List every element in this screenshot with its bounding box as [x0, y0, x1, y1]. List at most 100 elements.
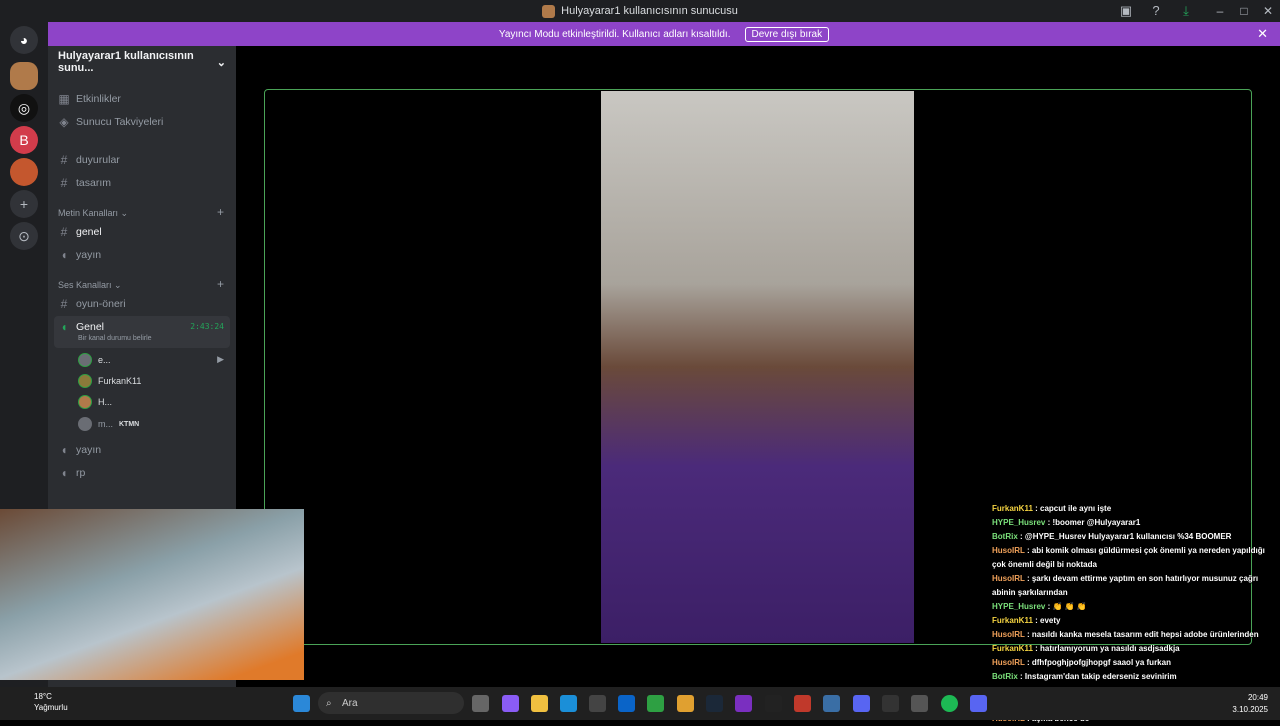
chat-text: nasıldı kanka mesela tasarım edit hepsi …	[1031, 630, 1259, 639]
chat-separator: :	[1017, 672, 1025, 681]
channel-yayin-text[interactable]: ◖ yayın	[58, 248, 101, 262]
channel-duyurular[interactable]: # duyurular	[58, 153, 120, 167]
download-icon[interactable]: ⤓	[1178, 3, 1194, 19]
user-name: m...	[98, 419, 113, 429]
search-input[interactable]: ⌕ Ara	[318, 692, 464, 714]
server-3[interactable]: B	[10, 126, 38, 154]
channel-rp[interactable]: ◖ rp	[58, 466, 85, 480]
discord-home-icon[interactable]: ◕	[10, 26, 38, 54]
stream-video[interactable]	[601, 91, 914, 643]
disable-streamer-mode-button[interactable]: Devre dışı bırak	[744, 26, 830, 42]
channel-label: yayın	[76, 249, 102, 261]
maximize-button[interactable]: □	[1232, 4, 1256, 18]
add-voice-channel-icon[interactable]: +	[217, 277, 224, 291]
chat-separator: :	[1032, 504, 1041, 513]
server-avatar-icon	[542, 4, 556, 18]
window-title: Hulyayarar1 kullanıcısının sunucusu	[561, 5, 738, 17]
voice-status[interactable]: Bir kanal durumu belirle	[78, 335, 152, 342]
discord-taskbar-icon[interactable]	[970, 695, 987, 712]
steam-icon[interactable]	[706, 695, 723, 712]
chat-text: abi komik olması güldürmesi çok önemli y…	[992, 546, 1265, 569]
chat-text: !boomer @Hulyayarar1	[1052, 518, 1141, 527]
events-label: Etkinlikler	[76, 93, 121, 105]
channel-tasarim[interactable]: # tasarım	[58, 176, 111, 190]
app-icon[interactable]	[794, 695, 811, 712]
app-icon[interactable]	[911, 695, 928, 712]
avatar	[78, 417, 92, 431]
channel-label: genel	[76, 226, 102, 238]
speaker-icon: ◖	[60, 320, 68, 334]
clock-date: 3.10.2025	[1232, 705, 1268, 714]
chat-username: HusoIRL	[992, 630, 1025, 639]
inbox-icon[interactable]: ▣	[1118, 3, 1134, 19]
hash-icon: #	[60, 297, 68, 311]
voice-user[interactable]: H...	[78, 395, 112, 409]
obs-icon[interactable]	[882, 695, 899, 712]
channel-yayin-voice[interactable]: ◖ yayın	[58, 443, 101, 457]
voice-user[interactable]: e...	[78, 353, 111, 367]
chrome-icon[interactable]	[677, 695, 694, 712]
store-icon[interactable]	[589, 695, 606, 712]
add-channel-icon[interactable]: +	[217, 205, 224, 219]
chat-separator: :	[1024, 630, 1032, 639]
channel-oyun-oneri[interactable]: # oyun-öneri	[58, 297, 126, 311]
guild-header[interactable]: Hulyayarar1 kullanıcısının sunu... ⌄	[48, 46, 236, 78]
app-icon[interactable]	[735, 695, 752, 712]
chat-text: evety	[1040, 616, 1061, 625]
close-banner-icon[interactable]: ✕	[1257, 26, 1268, 42]
app-icon[interactable]	[647, 695, 664, 712]
chat-message: HusoIRL : abi komik olması güldürmesi ço…	[992, 544, 1280, 572]
file-explorer-icon[interactable]	[531, 695, 548, 712]
speaker-icon: ◖	[60, 466, 68, 480]
guild-name: Hulyayarar1 kullanıcısının sunu...	[58, 50, 194, 74]
chat-separator: :	[1024, 574, 1032, 583]
spotify-icon[interactable]	[941, 695, 958, 712]
weather-temp: 18°C	[34, 692, 52, 701]
streamer-mode-banner: Yayıncı Modu etkinleştirildi. Kullanıcı …	[48, 22, 1280, 46]
search-placeholder: Ara	[342, 697, 358, 709]
chat-message: FurkanK11 : evety	[992, 614, 1280, 628]
copilot-icon[interactable]	[502, 695, 519, 712]
chat-text: 👏 👏 👏	[1052, 602, 1087, 611]
help-icon[interactable]: ?	[1148, 3, 1164, 19]
edge-icon[interactable]	[560, 695, 577, 712]
category-text-channels[interactable]: Metin Kanalları ⌄	[58, 208, 128, 219]
app-icon[interactable]	[853, 695, 870, 712]
voice-user[interactable]: FurkanK11	[78, 374, 141, 388]
hash-icon: #	[60, 225, 68, 239]
chat-text: @HYPE_Husrev Hulyayarar1 kullanıcısı %34…	[1024, 532, 1232, 541]
events-link[interactable]: ▦ Etkinlikler	[58, 92, 121, 106]
chat-username: FurkanK11	[992, 616, 1033, 625]
channel-label: rp	[76, 467, 86, 479]
user-tag: KTMN	[119, 420, 140, 428]
voice-channel-genel-label[interactable]: ◖ Genel	[58, 320, 104, 334]
channel-label: Genel	[76, 321, 105, 333]
boosts-link[interactable]: ◈ Sunucu Takviyeleri	[58, 115, 163, 129]
start-icon[interactable]	[293, 695, 310, 712]
channel-label: yayın	[76, 444, 102, 456]
server-4[interactable]	[10, 158, 38, 186]
weather-desc: Yağmurlu	[34, 703, 68, 712]
chat-separator: :	[1024, 658, 1032, 667]
category-voice-channels[interactable]: Ses Kanalları ⌄	[58, 280, 122, 291]
chat-message: HusoIRL : nasıldı kanka mesela tasarım e…	[992, 628, 1280, 642]
chat-username: FurkanK11	[992, 504, 1033, 513]
close-window-button[interactable]: ✕	[1256, 4, 1280, 18]
server-hulyayarar[interactable]	[10, 62, 38, 90]
outlook-icon[interactable]	[618, 695, 635, 712]
epic-games-icon[interactable]	[765, 695, 782, 712]
voice-user[interactable]: m... KTMN	[78, 417, 139, 431]
channel-genel[interactable]: # genel	[58, 225, 102, 239]
minimize-button[interactable]: –	[1208, 4, 1232, 18]
chat-username: HusoIRL	[992, 546, 1025, 555]
app-icon[interactable]	[823, 695, 840, 712]
chat-text: hatırlamıyorum ya nasıldı asdjsadkja	[1040, 644, 1180, 653]
server-2[interactable]: ◎	[10, 94, 38, 122]
weather-widget[interactable]: 18°C Yağmurlu	[14, 691, 68, 713]
add-server-icon[interactable]: +	[10, 190, 38, 218]
search-icon: ⌕	[326, 697, 332, 709]
discover-icon[interactable]: ⊙	[10, 222, 38, 250]
task-view-icon[interactable]	[472, 695, 489, 712]
boosts-label: Sunucu Takviyeleri	[76, 116, 164, 128]
clock[interactable]: 20:49 3.10.2025	[1232, 692, 1268, 716]
